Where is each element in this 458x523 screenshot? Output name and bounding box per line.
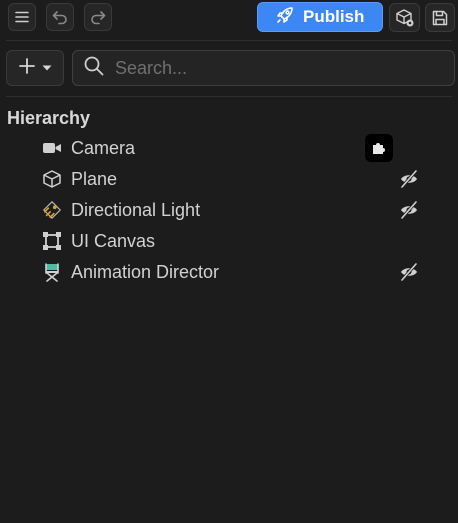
search-divider: [6, 96, 452, 97]
caret-down-icon: [41, 59, 53, 77]
undo-icon: [51, 9, 69, 25]
menu-button[interactable]: [8, 3, 36, 31]
search-field[interactable]: [72, 50, 455, 86]
package-settings-button[interactable]: [389, 3, 420, 32]
publish-label: Publish: [303, 7, 365, 26]
redo-icon: [89, 9, 107, 25]
hierarchy-title: Hierarchy: [7, 108, 91, 128]
cube-icon: [42, 169, 62, 189]
director-chair-icon: [42, 262, 62, 282]
hierarchy-item-label: Plane: [71, 168, 118, 189]
search-input[interactable]: [113, 56, 437, 80]
plus-icon: [17, 56, 37, 81]
visibility-off-icon[interactable]: [398, 168, 420, 190]
hierarchy-item-label: Directional Light: [71, 199, 201, 220]
hierarchy-item-label: Animation Director: [71, 261, 220, 282]
hierarchy-item-camera[interactable]: Camera: [0, 133, 458, 163]
directional-light-icon: [42, 200, 62, 220]
add-object-button[interactable]: [6, 50, 64, 86]
hierarchy-item-label: Camera: [71, 137, 136, 158]
visibility-off-icon[interactable]: [398, 199, 420, 221]
search-icon: [83, 55, 105, 82]
hierarchy-item-ui-canvas[interactable]: UI Canvas: [0, 226, 458, 256]
camera-icon: [42, 138, 62, 158]
undo-button[interactable]: [46, 3, 74, 31]
save-icon: [431, 9, 449, 27]
hamburger-menu-icon: [14, 10, 30, 24]
hierarchy-item-animation-director[interactable]: Animation Director: [0, 257, 458, 287]
rocket-icon: [275, 5, 295, 30]
toolbar-divider: [6, 40, 452, 41]
package-settings-icon: [395, 8, 415, 28]
ui-canvas-icon: [42, 231, 62, 251]
visibility-off-icon[interactable]: [398, 261, 420, 283]
hierarchy-item-plane[interactable]: Plane: [0, 164, 458, 194]
publish-button[interactable]: Publish: [257, 2, 383, 32]
hierarchy-item-label: UI Canvas: [71, 230, 156, 251]
component-badge-icon[interactable]: [365, 134, 393, 162]
hierarchy-item-directional-light[interactable]: Directional Light: [0, 195, 458, 225]
save-button[interactable]: [425, 3, 455, 32]
redo-button[interactable]: [84, 3, 112, 31]
